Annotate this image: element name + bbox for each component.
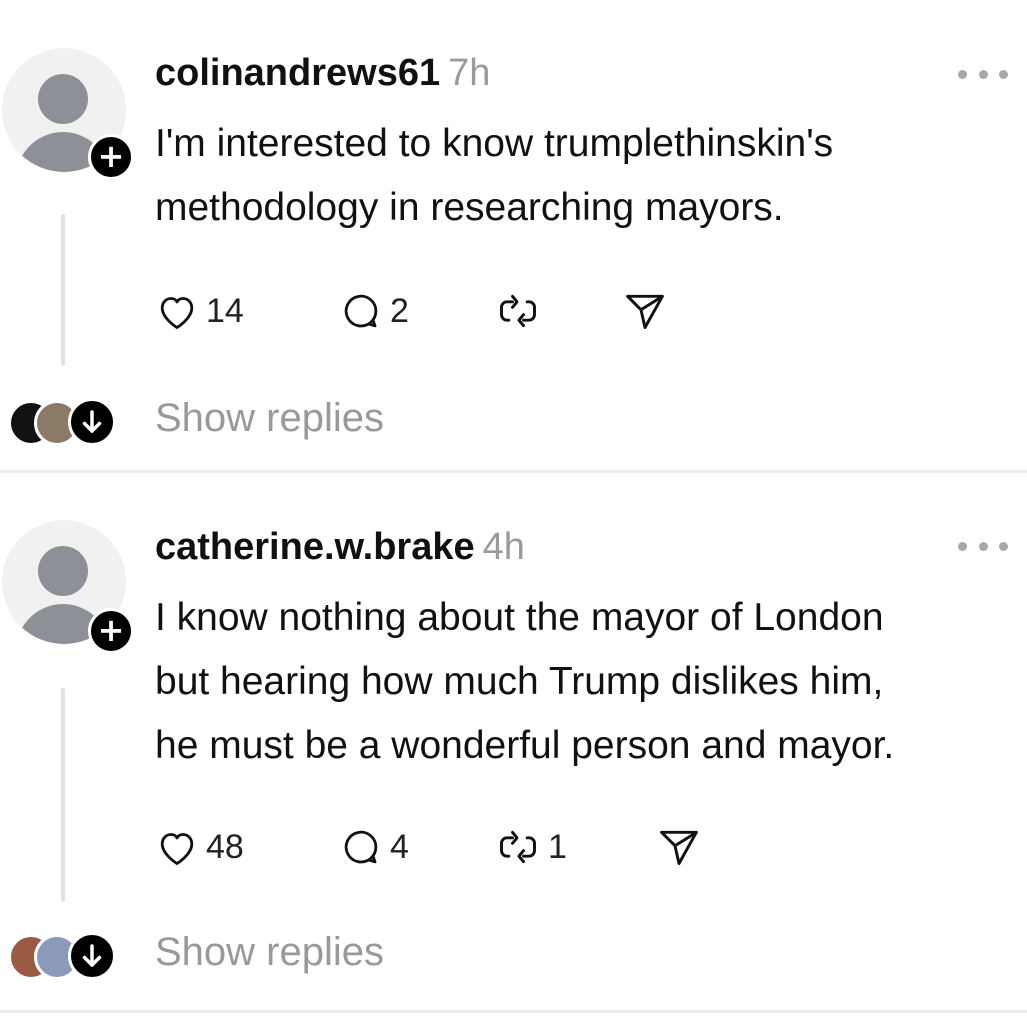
- thread-line: [61, 214, 65, 366]
- username-text[interactable]: colinandrews61: [155, 52, 440, 94]
- repost-count: 1: [548, 827, 567, 866]
- username[interactable]: catherine.w.brake 4h: [155, 526, 525, 569]
- show-replies-link[interactable]: Show replies: [155, 396, 384, 441]
- username[interactable]: colinandrews61 7h: [155, 52, 490, 95]
- more-options-icon[interactable]: [958, 64, 1008, 84]
- send-icon: [660, 830, 698, 865]
- reply-button[interactable]: 2: [340, 286, 409, 336]
- post-text: I'm interested to know trumplethinskin's…: [155, 112, 1015, 240]
- thread-line: [61, 688, 65, 902]
- heart-icon: [160, 833, 194, 865]
- post-text: I know nothing about the mayor of London…: [155, 586, 1015, 778]
- avatar-head: [38, 546, 88, 596]
- username-text[interactable]: catherine.w.brake: [155, 526, 475, 568]
- follow-plus-icon[interactable]: +: [88, 134, 134, 180]
- arrow-down-icon[interactable]: [68, 398, 116, 446]
- comment-icon: [344, 294, 378, 328]
- repost-icon: [500, 830, 536, 864]
- like-count: 14: [206, 291, 244, 330]
- post: + catherine.w.brake 4h I know nothing abo…: [0, 474, 1027, 1010]
- post: + colinandrews61 7h I'm interested to kno…: [0, 0, 1027, 470]
- repost-button[interactable]: 1: [496, 822, 567, 872]
- post-text-line: he must be a wonderful person and mayor.: [155, 724, 895, 767]
- reply-count: 4: [390, 827, 409, 866]
- reply-button[interactable]: 4: [340, 822, 409, 872]
- post-text-line: I'm interested to know trumplethinskin's: [155, 122, 834, 165]
- more-options-icon[interactable]: [958, 536, 1008, 556]
- follow-plus-icon[interactable]: +: [88, 608, 134, 654]
- repost-button[interactable]: [496, 286, 540, 336]
- arrow-down-icon[interactable]: [68, 932, 116, 980]
- avatar-head: [38, 74, 88, 124]
- reply-avatars[interactable]: [8, 930, 120, 980]
- show-replies-link[interactable]: Show replies: [155, 930, 384, 975]
- send-icon: [626, 294, 664, 329]
- post-text-line: but hearing how much Trump dislikes him,: [155, 660, 884, 703]
- share-button[interactable]: [656, 822, 702, 872]
- like-count: 48: [206, 827, 244, 866]
- post-text-line: methodology in researching mayors.: [155, 186, 784, 229]
- repost-icon: [500, 294, 536, 328]
- comment-icon: [344, 830, 378, 864]
- post-text-line: I know nothing about the mayor of London: [155, 596, 884, 639]
- like-button[interactable]: 14: [156, 286, 244, 336]
- timestamp: 4h: [482, 526, 525, 568]
- heart-icon: [160, 297, 194, 329]
- timestamp: 7h: [448, 52, 491, 94]
- like-button[interactable]: 48: [156, 822, 244, 872]
- divider: [0, 1010, 1027, 1013]
- divider: [0, 470, 1027, 473]
- share-button[interactable]: [622, 286, 668, 336]
- reply-count: 2: [390, 291, 409, 330]
- reply-avatars[interactable]: [8, 396, 120, 446]
